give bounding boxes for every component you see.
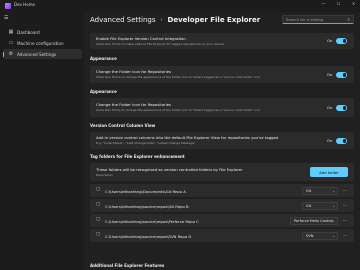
toggle-state-label: On: [327, 38, 333, 43]
folder-icon: ▢: [96, 187, 101, 192]
sidebar-item-dashboard[interactable]: ▦ Dashboard: [3, 27, 82, 37]
toggle-state-label: On: [327, 138, 333, 143]
sidebar-item-advanced-settings[interactable]: ⚙ Advanced Settings: [3, 49, 82, 59]
more-options-icon[interactable]: ···: [343, 203, 347, 208]
more-options-icon[interactable]: ···: [343, 218, 347, 223]
toggle-state-label: On: [327, 105, 333, 110]
repo-path: C:\Users\ethanfang\source\repos\SVN Repo…: [105, 233, 192, 239]
repo-row: ▢ C:\Users\ethanfang\source\repos\Git Re…: [90, 199, 354, 212]
folder-icon: ▢: [96, 232, 101, 237]
dashboard-icon: ▦: [8, 29, 14, 35]
folder-icon-toggle-2[interactable]: [336, 105, 347, 111]
search-box[interactable]: ⌕: [282, 15, 354, 24]
menu-icon[interactable]: ☰: [4, 14, 16, 22]
section-heading-additional: Additional File Explorer Features: [90, 263, 165, 268]
folder-icon: ▢: [96, 202, 101, 207]
vc-column-toggle[interactable]: [336, 138, 347, 144]
setting-title: These folders will be recognized as vers…: [96, 167, 243, 172]
chevron-down-icon: ⌄: [332, 218, 335, 223]
search-input[interactable]: [283, 17, 343, 22]
dev-home-logo-icon: [5, 3, 11, 9]
setting-description: E.g. "Code Status", "Last Change Date", …: [96, 141, 196, 145]
section-heading-vc-column: Version Control Column View: [90, 123, 156, 128]
section-heading-appearance: Appearance: [90, 89, 117, 94]
window-controls: — ☐ ✕: [319, 1, 358, 6]
chevron-down-icon: ⌄: [332, 188, 335, 193]
gear-icon: ⚙: [8, 51, 14, 57]
breadcrumb-separator-icon: ›: [160, 17, 163, 23]
sidebar-item-machine-configuration[interactable]: ▭ Machine configuration: [3, 38, 82, 48]
sidebar-item-label: Machine configuration: [17, 40, 64, 46]
section-heading-appearance: Appearance: [90, 56, 117, 61]
setting-title: Enable File Explorer Version Control Int…: [96, 36, 186, 41]
maximize-button[interactable]: ☐: [334, 1, 343, 6]
setting-description: Allow Dev Home to change the appearance …: [96, 75, 261, 79]
toggle-knob: [342, 106, 346, 110]
close-button[interactable]: ✕: [349, 1, 358, 6]
vcs-dropdown[interactable]: Perforce Helix Control ⌄: [290, 216, 338, 225]
chevron-down-icon: ⌄: [332, 203, 335, 208]
vcs-selected-value: SVN: [306, 233, 314, 238]
minimize-button[interactable]: —: [319, 1, 328, 6]
sidebar-item-label: Advanced Settings: [17, 51, 57, 57]
sidebar-item-label: Dashboard: [17, 29, 40, 35]
folder-icon-card: Change the Folder Icon for Repositories …: [90, 66, 354, 83]
toggle-knob: [342, 139, 346, 143]
setting-title: Change the Folder Icon for Repositories: [96, 102, 172, 107]
setting-description: Description: [96, 173, 114, 177]
folder-icon-card-2: Change the Folder Icon for Repositories …: [90, 98, 354, 117]
breadcrumb-parent[interactable]: Advanced Settings: [90, 16, 156, 24]
setting-description: Allow Dev Home to make edits to File Exp…: [96, 42, 224, 46]
folder-icon-toggle[interactable]: [336, 72, 347, 78]
tag-folders-card: These folders will be recognized as vers…: [90, 163, 354, 181]
page-title: Developer File Explorer: [167, 16, 261, 24]
breadcrumb: Advanced Settings › Developer File Explo…: [90, 16, 260, 24]
title-bar: Dev Home — ☐ ✕: [0, 0, 360, 12]
section-heading-tag-folders: Tag folders for File Explorer enhancemen…: [90, 154, 185, 159]
add-folder-button[interactable]: Add folder: [310, 167, 348, 177]
vcs-selected-value: Git: [306, 203, 312, 208]
machine-icon: ▭: [8, 40, 14, 46]
vcs-dropdown[interactable]: Git ⌄: [302, 186, 338, 195]
setting-title: Change the Folder Icon for Repositories: [96, 69, 172, 74]
repo-path: C:\Users\ethanfang\source\repos\Perforce…: [105, 218, 199, 224]
search-icon[interactable]: ⌕: [347, 17, 350, 23]
setting-description: Allow Dev Home to change the appearance …: [96, 108, 261, 112]
window-title: Dev Home: [14, 2, 35, 7]
repo-path: C:\Users\ethanfang\Documents\Git Repo A: [105, 188, 186, 194]
chevron-down-icon: ⌄: [332, 233, 335, 238]
vcs-dropdown[interactable]: SVN ⌄: [302, 231, 338, 240]
toggle-state-label: On: [327, 72, 333, 77]
sidebar: ☰ ▦ Dashboard ▭ Machine configuration ⚙ …: [0, 12, 84, 270]
vc-column-card: Add in version control columns into the …: [90, 132, 354, 149]
vcs-dropdown[interactable]: Git ⌄: [302, 201, 338, 210]
toggle-knob: [342, 39, 346, 43]
repo-path: C:\Users\ethanfang\source\repos\Git Repo…: [105, 203, 189, 209]
repo-row: ▢ C:\Users\ethanfang\source\repos\SVN Re…: [90, 229, 354, 242]
toggle-knob: [342, 73, 346, 77]
vc-integration-card: Enable File Explorer Version Control Int…: [90, 33, 354, 49]
main-content: Advanced Settings › Developer File Explo…: [84, 12, 360, 270]
setting-title: Add in version control columns into the …: [96, 135, 279, 140]
repo-row: ▢ C:\Users\ethanfang\Documents\Git Repo …: [90, 184, 354, 197]
vcs-selected-value: Perforce Helix Control: [294, 218, 334, 223]
folder-icon: ▢: [96, 217, 101, 222]
vc-integration-toggle[interactable]: [336, 38, 347, 44]
vcs-selected-value: Git: [306, 188, 312, 193]
more-options-icon[interactable]: ···: [343, 188, 347, 193]
more-options-icon[interactable]: ···: [343, 233, 347, 238]
repo-row: ▢ C:\Users\ethanfang\source\repos\Perfor…: [90, 214, 354, 227]
